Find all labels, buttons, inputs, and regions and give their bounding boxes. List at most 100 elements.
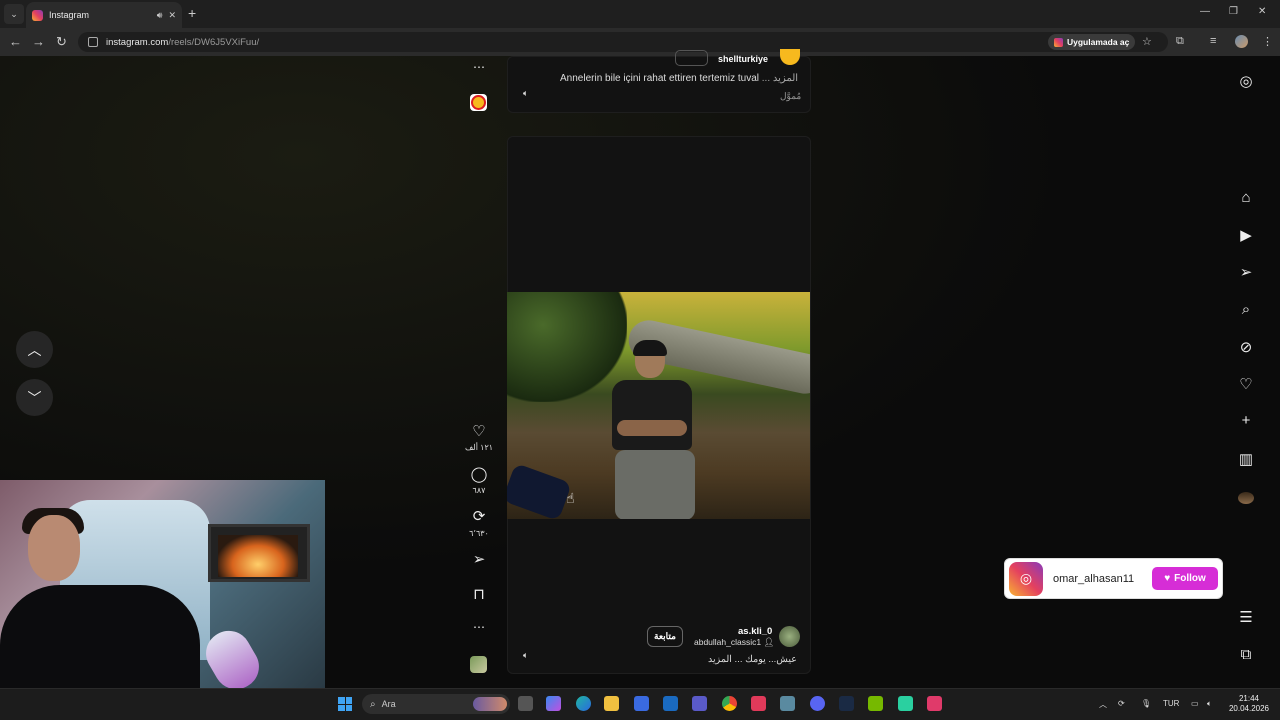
teams-icon[interactable] bbox=[692, 696, 707, 711]
site-info-icon[interactable] bbox=[88, 37, 98, 47]
messages-icon[interactable]: ➢ bbox=[1236, 263, 1256, 281]
shell-audio-thumbnail[interactable] bbox=[470, 94, 487, 111]
follow-overlay-card: ◎ omar_alhasan11 ♥ Follow bbox=[1004, 558, 1223, 599]
open-in-app-button[interactable]: Uygulamada aç bbox=[1048, 34, 1136, 50]
search-icon[interactable]: ⌕ bbox=[1236, 301, 1256, 318]
network-sync-icon[interactable]: ⟳ bbox=[1118, 699, 1125, 708]
address-bar[interactable]: instagram.com/reels/DW6J5VXiFuu/ bbox=[78, 32, 1168, 52]
more-options-icon[interactable]: ⋯ bbox=[469, 60, 489, 74]
comment-count[interactable]: ٦٨٧ bbox=[459, 486, 499, 495]
reels-icon[interactable]: ▶ bbox=[1236, 226, 1256, 244]
open-in-app-label: Uygulamada aç bbox=[1067, 37, 1130, 47]
share-send-icon[interactable]: ➢ bbox=[469, 550, 489, 568]
reload-button[interactable]: ↻ bbox=[56, 34, 67, 50]
extensions-icon[interactable]: ⧉ bbox=[1176, 35, 1184, 48]
url-path: /reels/DW6J5VXiFuu/ bbox=[168, 36, 260, 48]
save-bookmark-icon[interactable]: ⊓ bbox=[469, 585, 489, 603]
media-controls-icon[interactable]: ≡ bbox=[1210, 35, 1216, 47]
tray-overflow-icon[interactable]: ︿ bbox=[1099, 699, 1107, 710]
like-count[interactable]: ١٢١ ألف bbox=[459, 443, 499, 452]
sponsored-label: مُموَّل bbox=[780, 91, 802, 101]
reel-card-previous bbox=[507, 56, 811, 113]
browser-tab-instagram[interactable]: Instagram 🔊︎ ✕ bbox=[26, 2, 182, 28]
instagram-icon: ◎ bbox=[1009, 561, 1043, 596]
create-plus-icon[interactable]: + bbox=[1236, 412, 1256, 429]
follow-button[interactable]: متابعة bbox=[647, 626, 683, 647]
taskbar-search[interactable]: ⌕ Ara bbox=[362, 694, 510, 714]
repost-count[interactable]: ٦٬٦٣٠ bbox=[459, 529, 499, 538]
close-window-button[interactable]: ✕ bbox=[1258, 6, 1266, 17]
app-icon[interactable] bbox=[780, 696, 795, 711]
volume-icon[interactable]: 🔈︎ bbox=[523, 88, 528, 99]
start-windows-icon[interactable] bbox=[338, 697, 352, 711]
previous-reel-button[interactable]: ︿ bbox=[16, 331, 53, 368]
browser-menu-icon[interactable]: ⋮ bbox=[1262, 35, 1273, 48]
reel-avatar[interactable] bbox=[779, 626, 800, 647]
notifications-heart-icon[interactable]: ♡ bbox=[1236, 375, 1256, 393]
speaker-icon[interactable]: 🔊︎ bbox=[157, 10, 163, 21]
reel-username[interactable]: as.kli_0 bbox=[738, 626, 772, 637]
overlay-username: omar_alhasan11 bbox=[1053, 572, 1135, 585]
discord-icon[interactable] bbox=[810, 696, 825, 711]
restore-button[interactable]: ❐ bbox=[1229, 6, 1238, 17]
search-highlight-image bbox=[473, 697, 507, 711]
nvidia-icon[interactable] bbox=[868, 696, 883, 711]
new-tab-button[interactable]: + bbox=[188, 5, 196, 21]
home-icon[interactable]: ⌂ bbox=[1236, 189, 1256, 206]
reel-username-previous[interactable]: shellturkiye bbox=[718, 54, 768, 64]
chrome-icon[interactable] bbox=[722, 696, 737, 711]
task-view-icon[interactable] bbox=[518, 696, 533, 711]
heart-icon: ♥ bbox=[1164, 573, 1171, 584]
forest-scene bbox=[507, 292, 810, 519]
outlook-icon[interactable] bbox=[663, 696, 678, 711]
reel-video[interactable] bbox=[507, 292, 810, 519]
instagram-logo-icon[interactable]: ◎ bbox=[1236, 72, 1256, 90]
follow-button-previous[interactable] bbox=[675, 50, 708, 66]
volume-icon[interactable]: 🔈︎ bbox=[523, 650, 528, 661]
back-button[interactable]: ← bbox=[9, 34, 22, 49]
overlay-follow-button[interactable]: ♥ Follow bbox=[1152, 567, 1218, 590]
webcam-overlay bbox=[0, 480, 325, 688]
edge-browser-icon[interactable] bbox=[576, 696, 591, 711]
also-from-meta-icon[interactable]: ⧉ bbox=[1236, 646, 1256, 663]
person-icon: 👤︎ bbox=[763, 637, 775, 647]
explore-compass-icon[interactable]: ⊘ bbox=[1236, 338, 1256, 356]
taskbar-clock[interactable]: 21:44 20.04.2026 bbox=[1228, 694, 1270, 714]
collaborator-name: abdullah_classic1 bbox=[694, 637, 762, 647]
profile-avatar[interactable] bbox=[1238, 492, 1254, 504]
hand-cursor-icon: ☝︎ bbox=[566, 490, 575, 506]
steam-icon[interactable] bbox=[839, 696, 854, 711]
file-explorer-icon[interactable] bbox=[604, 696, 619, 711]
tab-list-button[interactable]: ⌄ bbox=[4, 4, 24, 24]
next-reel-button[interactable]: ﹀ bbox=[16, 379, 53, 416]
reel-caption-previous: Annelerin bile içini rahat ettiren terte… bbox=[560, 73, 798, 84]
collaborator-row[interactable]: abdullah_classic1 👤︎ bbox=[694, 637, 774, 648]
dashboard-icon[interactable]: ▥ bbox=[1236, 450, 1256, 468]
sleeping-bag bbox=[507, 462, 573, 519]
microsoft-store-icon[interactable] bbox=[634, 696, 649, 711]
app-icon[interactable] bbox=[898, 696, 913, 711]
forward-button[interactable]: → bbox=[32, 34, 45, 49]
language-indicator[interactable]: TUR bbox=[1163, 699, 1179, 708]
more-link[interactable]: ... المزيد bbox=[762, 73, 798, 84]
microphone-icon[interactable]: 🎙︎ bbox=[1141, 699, 1151, 708]
menu-hamburger-icon[interactable]: ☰ bbox=[1236, 608, 1256, 626]
like-heart-icon[interactable]: ♡ bbox=[469, 422, 489, 440]
instagram-icon bbox=[1054, 37, 1063, 47]
repost-icon[interactable]: ⟳ bbox=[469, 507, 489, 525]
tiktok-icon[interactable] bbox=[751, 696, 766, 711]
minimize-button[interactable]: — bbox=[1200, 6, 1210, 17]
volume-icon[interactable]: 🔈︎ bbox=[1207, 699, 1212, 709]
clock-date: 20.04.2026 bbox=[1228, 704, 1270, 713]
comment-icon[interactable]: ◯ bbox=[469, 465, 489, 483]
close-tab-icon[interactable]: ✕ bbox=[168, 10, 176, 21]
copilot-icon[interactable] bbox=[546, 696, 561, 711]
audio-thumbnail[interactable] bbox=[470, 656, 487, 673]
bookmark-star-icon[interactable]: ☆ bbox=[1142, 35, 1152, 48]
more-options-icon[interactable]: ⋯ bbox=[469, 620, 489, 634]
reel-caption[interactable]: عيش... يومك ... المزيد bbox=[708, 654, 797, 665]
hoodie bbox=[0, 585, 200, 688]
display-icon[interactable]: ▭ bbox=[1191, 699, 1199, 708]
app-icon[interactable] bbox=[927, 696, 942, 711]
profile-avatar[interactable] bbox=[1235, 35, 1248, 48]
